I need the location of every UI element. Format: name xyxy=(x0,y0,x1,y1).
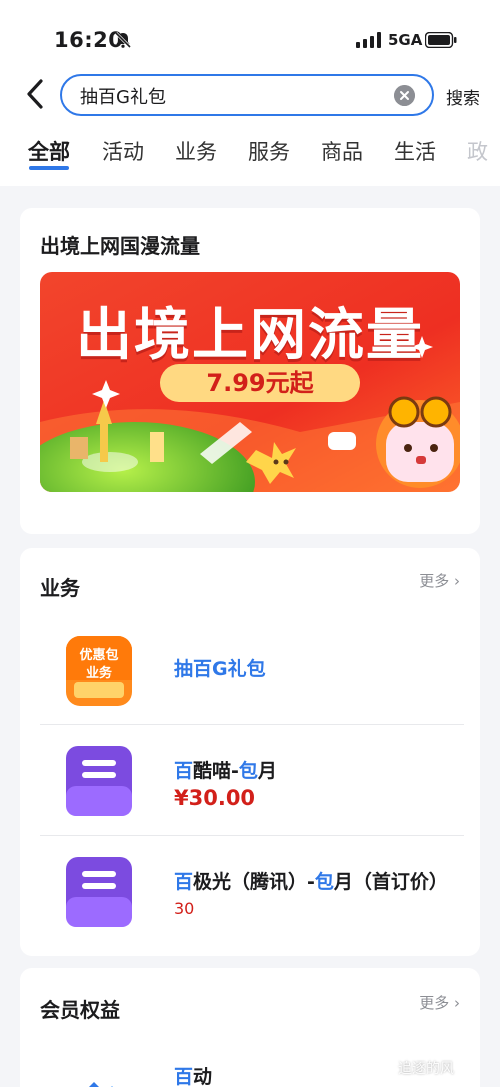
category-tabs: 全部 活动 业务 服务 商品 生活 政 xyxy=(0,126,500,186)
banner-price-tag: 7.99元起 xyxy=(160,364,360,402)
tab-business[interactable]: 业务 xyxy=(175,136,217,166)
tab-activity[interactable]: 活动 xyxy=(102,136,144,166)
package-box-icon xyxy=(66,857,132,927)
list-item-kumiao[interactable]: 百酷喵-包月 ¥30.00 xyxy=(40,724,464,834)
chevron-right-icon: › xyxy=(454,572,460,590)
business-card: 业务 更多 › 优惠包 业务 抽百G礼包 百酷喵-包月 ¥30.00 百极光（腾… xyxy=(20,548,480,956)
divider-strip xyxy=(0,186,500,208)
item-name: 百酷喵-包月 xyxy=(174,760,277,782)
status-time: 16:20 xyxy=(54,28,124,52)
status-bar: 16:20 5GA xyxy=(0,0,500,62)
back-arrow-icon[interactable] xyxy=(22,76,48,112)
tab-government[interactable]: 政 xyxy=(467,136,488,166)
business-more-link[interactable]: 更多 › xyxy=(419,570,460,591)
network-type: 5GA xyxy=(388,31,423,49)
roaming-card: 出境上网国漫流量 出境上网流量 7.99元起 xyxy=(20,208,480,534)
tab-goods[interactable]: 商品 xyxy=(321,136,363,166)
tab-life[interactable]: 生活 xyxy=(394,136,436,166)
package-box-icon xyxy=(66,746,132,816)
item-name: 百极光（腾讯）-包月（首订价） xyxy=(174,871,448,893)
play-logo-icon xyxy=(89,1082,113,1087)
item-price: 30 xyxy=(174,899,195,918)
mute-bell-icon xyxy=(114,31,132,49)
list-item-baig-gift[interactable]: 优惠包 业务 抽百G礼包 xyxy=(40,614,464,724)
search-input[interactable] xyxy=(80,83,380,109)
chevron-right-icon: › xyxy=(454,994,460,1012)
membership-card-title: 会员权益 xyxy=(40,998,120,1022)
item-price: ¥30.00 xyxy=(174,786,256,810)
business-card-title: 业务 xyxy=(40,576,80,600)
search-box[interactable] xyxy=(60,74,434,116)
battery-icon xyxy=(425,32,457,48)
membership-more-link[interactable]: 更多 › xyxy=(419,992,460,1013)
tab-all[interactable]: 全部 xyxy=(28,136,70,166)
active-tab-indicator xyxy=(29,166,69,170)
roaming-card-title: 出境上网国漫流量 xyxy=(40,234,200,258)
banner-headline: 出境上网流量 xyxy=(76,303,424,368)
roaming-banner[interactable]: 出境上网流量 7.99元起 xyxy=(40,272,460,492)
watermark: 追逐的风 xyxy=(398,1061,454,1077)
list-item-jiguang[interactable]: 百极光（腾讯）-包月（首订价） 30 xyxy=(40,835,464,945)
search-button[interactable]: 搜索 xyxy=(446,84,480,109)
search-bar: 搜索 xyxy=(0,62,500,126)
tab-service[interactable]: 服务 xyxy=(248,136,290,166)
signal-icon xyxy=(356,32,381,48)
clear-icon[interactable] xyxy=(394,85,415,106)
discount-package-icon: 优惠包 业务 xyxy=(66,636,132,706)
item-name: 百动 xyxy=(174,1066,213,1087)
item-name: 抽百G礼包 xyxy=(174,658,266,680)
